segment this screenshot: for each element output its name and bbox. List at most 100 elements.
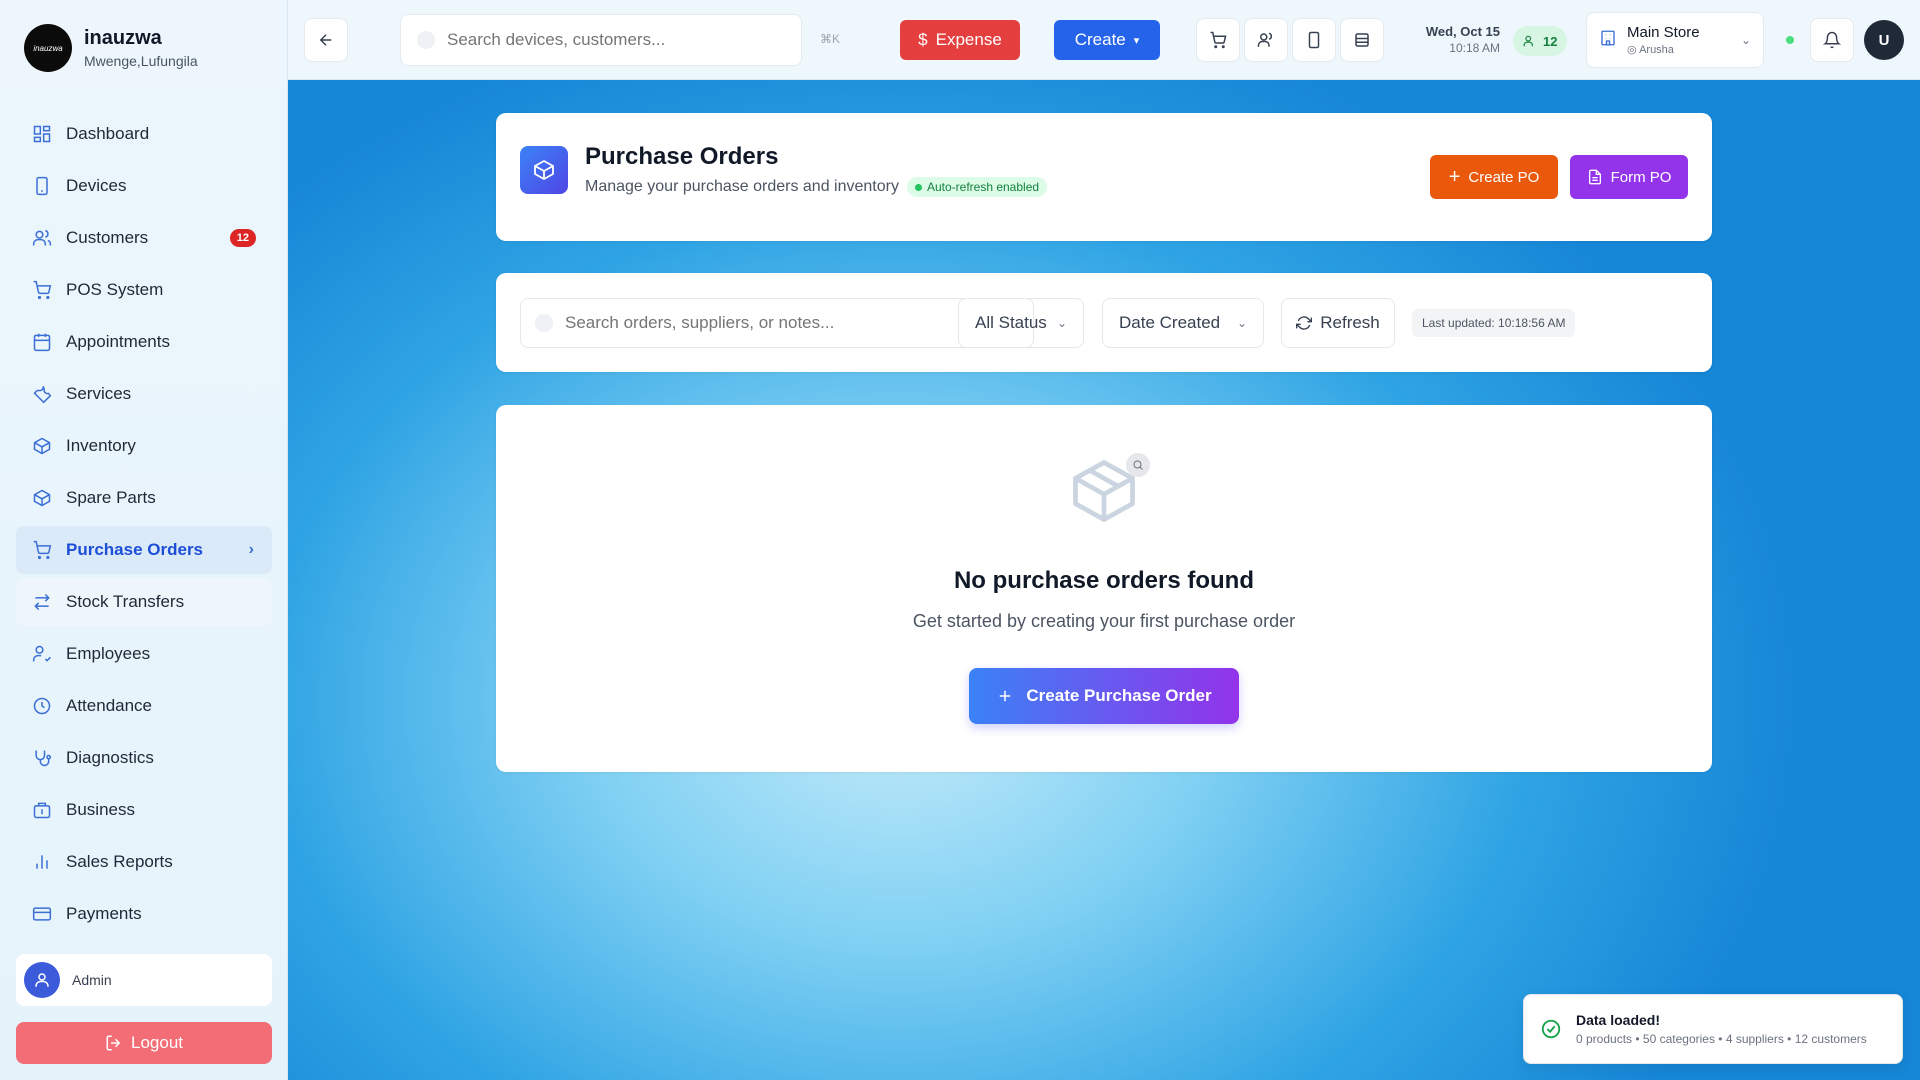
brand-logo: inauzwa (24, 24, 72, 72)
clock-icon (33, 697, 51, 715)
magnifier-icon (1126, 453, 1150, 477)
store-name: Main Store (1627, 24, 1700, 41)
sidebar-item-label: Employees (66, 644, 151, 663)
credit-card-icon (32, 907, 52, 921)
notifications-button[interactable] (1810, 18, 1854, 62)
store-selector[interactable]: Main Store ◎ Arusha ⌄ (1586, 12, 1764, 68)
filter-bar: All Status ⌄ Date Created ⌄ Refresh Last… (496, 273, 1712, 372)
global-search-input[interactable] (447, 30, 767, 50)
sidebar-item-label: Diagnostics (66, 748, 154, 767)
archive-icon (1355, 33, 1369, 47)
page-subtitle-text: Manage your purchase orders and inventor… (585, 178, 899, 195)
customers-shortcut-button[interactable] (1244, 18, 1288, 62)
brand[interactable]: inauzwa inauzwa Mwenge,Lufungila (24, 24, 198, 72)
sidebar-item-payments[interactable]: Payments (16, 890, 272, 938)
refresh-button[interactable]: Refresh (1281, 298, 1395, 348)
connection-status-dot (1786, 36, 1794, 44)
search-icon (417, 31, 435, 49)
sidebar-item-devices[interactable]: Devices (16, 162, 272, 210)
sidebar-item-dashboard[interactable]: Dashboard (16, 110, 272, 158)
sidebar-item-employees[interactable]: Employees (16, 630, 272, 678)
create-label: Create (1074, 30, 1126, 49)
data-loaded-toast[interactable]: Data loaded! 0 products • 50 categories … (1523, 994, 1903, 1064)
inventory-shortcut-button[interactable] (1340, 18, 1384, 62)
users-icon (1523, 35, 1533, 47)
sidebar-item-sales-reports[interactable]: Sales Reports (16, 838, 272, 886)
sidebar-item-label: Attendance (66, 696, 153, 715)
sidebar: inauzwa inauzwa Mwenge,Lufungila Dashboa… (0, 0, 288, 1080)
current-time: 10:18 AM (1449, 41, 1500, 55)
chevron-down-icon: ⌄ (1740, 33, 1751, 47)
map-pin-icon: ◎ (1627, 44, 1640, 56)
sidebar-item-label: Dashboard (66, 124, 150, 143)
sidebar-item-label: POS System (66, 280, 164, 299)
user-avatar-button[interactable]: U (1864, 20, 1904, 60)
phone-icon (36, 176, 48, 196)
dollar-icon: $ (918, 30, 928, 49)
online-users-badge[interactable]: 12 (1513, 26, 1568, 56)
orders-search-input[interactable] (565, 313, 1005, 333)
back-button[interactable] (304, 18, 348, 62)
document-icon (1588, 169, 1601, 185)
pos-shortcut-button[interactable] (1196, 18, 1240, 62)
orders-search[interactable] (520, 298, 1034, 348)
sidebar-item-label: Purchase Orders (66, 540, 204, 559)
users-icon (1257, 32, 1273, 47)
sidebar-item-label: Devices (66, 176, 127, 195)
bell-icon (1823, 31, 1841, 49)
user-avatar (24, 962, 60, 998)
sidebar-nav: Dashboard Devices Customers 12 POS Syste… (16, 110, 272, 942)
user-name: Admin (72, 972, 112, 988)
refresh-icon (1296, 316, 1313, 330)
plus-icon: + (1448, 166, 1461, 188)
sidebar-item-label: Stock Transfers (66, 592, 185, 611)
toast-detail: 0 products • 50 categories • 4 suppliers… (1576, 1032, 1867, 1046)
sort-select[interactable]: Date Created ⌄ (1102, 298, 1264, 348)
sidebar-item-inventory[interactable]: Inventory (16, 422, 272, 470)
cart-icon (1210, 31, 1227, 49)
sidebar-item-pos-system[interactable]: POS System (16, 266, 272, 314)
create-dropdown-button[interactable]: Create ▾ (1054, 20, 1160, 60)
page-subtitle: Manage your purchase orders and inventor… (585, 177, 1048, 197)
sidebar-item-label: Sales Reports (66, 852, 173, 871)
global-search[interactable] (400, 14, 802, 66)
check-circle-icon (1541, 1019, 1561, 1039)
sidebar-item-purchase-orders[interactable]: Purchase Orders › (16, 526, 272, 574)
expense-button[interactable]: $ Expense (900, 20, 1020, 60)
toast-title: Data loaded! (1576, 1012, 1661, 1028)
sidebar-item-label: Payments (66, 904, 142, 923)
current-date: Wed, Oct 15 (1425, 24, 1500, 39)
cart-icon (33, 540, 52, 560)
transfer-icon (34, 593, 50, 611)
stethoscope-icon (35, 750, 52, 767)
sidebar-item-business[interactable]: Business (16, 786, 272, 834)
form-po-button[interactable]: Form PO (1570, 155, 1688, 199)
status-filter-select[interactable]: All Status ⌄ (958, 298, 1084, 348)
plus-icon (1000, 690, 1011, 702)
user-check-icon (32, 645, 51, 662)
arrow-left-icon (319, 34, 332, 46)
sidebar-item-spare-parts[interactable]: Spare Parts (16, 474, 272, 522)
sidebar-item-appointments[interactable]: Appointments (16, 318, 272, 366)
bar-chart-icon (36, 855, 48, 869)
sidebar-item-label: Services (66, 384, 132, 403)
expense-label: Expense (935, 30, 1002, 49)
create-po-button[interactable]: + Create PO (1430, 155, 1558, 199)
calendar-icon (33, 333, 51, 352)
devices-shortcut-button[interactable] (1292, 18, 1336, 62)
create-purchase-order-button[interactable]: Create Purchase Order (969, 668, 1239, 724)
chevron-down-icon: ⌄ (1236, 316, 1247, 330)
user-card[interactable]: Admin (16, 954, 272, 1006)
sidebar-item-customers[interactable]: Customers 12 (16, 214, 272, 262)
store-city: ◎ Arusha (1627, 43, 1700, 56)
cart-icon (33, 280, 52, 300)
sidebar-item-diagnostics[interactable]: Diagnostics (16, 734, 272, 782)
sidebar-item-stock-transfers[interactable]: Stock Transfers (16, 578, 272, 626)
logout-button[interactable]: Logout (16, 1022, 272, 1064)
brand-name: inauzwa (84, 27, 162, 49)
sidebar-item-attendance[interactable]: Attendance (16, 682, 272, 730)
chevron-down-icon: ▾ (1133, 34, 1140, 47)
building-icon (1599, 29, 1617, 52)
user-icon (35, 973, 49, 987)
sidebar-item-services[interactable]: Services (16, 370, 272, 418)
